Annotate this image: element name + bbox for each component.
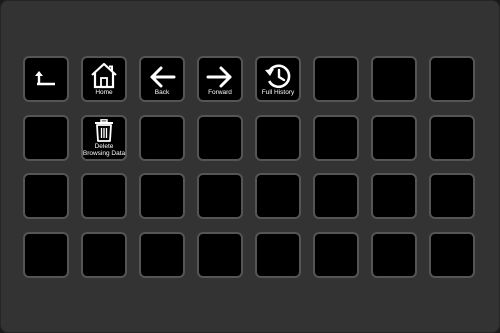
key-empty[interactable] — [255, 231, 301, 278]
key-empty[interactable] — [139, 114, 185, 161]
trash-icon — [95, 118, 113, 142]
key-delete-browsing-data[interactable]: Delete Browsing Data — [81, 114, 127, 161]
stream-deck-panel: Home Back Forward Full History Delete Br… — [0, 0, 500, 333]
key-full-history-label: Full History — [261, 89, 295, 96]
key-empty[interactable] — [197, 173, 243, 219]
key-empty[interactable] — [371, 173, 417, 219]
arrow-left-icon — [150, 66, 176, 88]
key-empty[interactable] — [255, 173, 301, 219]
key-back[interactable]: Back — [139, 56, 185, 102]
key-empty[interactable] — [23, 231, 69, 278]
key-back-label: Back — [154, 89, 170, 96]
key-up-folder[interactable] — [23, 56, 69, 102]
key-empty[interactable] — [371, 231, 417, 278]
key-empty[interactable] — [371, 56, 417, 102]
key-full-history[interactable]: Full History — [255, 56, 301, 102]
key-empty[interactable] — [371, 114, 417, 161]
key-empty[interactable] — [313, 114, 359, 161]
key-empty[interactable] — [313, 56, 359, 102]
key-empty[interactable] — [139, 231, 185, 278]
up-folder-icon — [35, 71, 55, 86]
key-home[interactable]: Home — [81, 56, 127, 102]
key-empty[interactable] — [23, 114, 69, 161]
key-delete-browsing-data-label: Delete Browsing Data — [82, 142, 126, 157]
home-icon — [91, 62, 117, 89]
key-empty[interactable] — [429, 173, 475, 219]
key-empty[interactable] — [197, 114, 243, 161]
key-empty[interactable] — [313, 173, 359, 219]
key-empty[interactable] — [313, 231, 359, 278]
key-home-label: Home — [95, 89, 113, 96]
key-empty[interactable] — [81, 173, 127, 219]
key-grid: Home Back Forward Full History Delete Br… — [23, 56, 475, 278]
key-empty[interactable] — [197, 231, 243, 278]
key-empty[interactable] — [81, 231, 127, 278]
key-forward-label: Forward — [208, 89, 232, 96]
key-empty[interactable] — [429, 231, 475, 278]
arrow-right-icon — [206, 66, 232, 88]
key-empty[interactable] — [255, 114, 301, 161]
key-empty[interactable] — [23, 173, 69, 219]
key-empty[interactable] — [429, 114, 475, 161]
key-forward[interactable]: Forward — [197, 56, 243, 102]
key-empty[interactable] — [139, 173, 185, 219]
history-icon — [265, 64, 291, 89]
key-empty[interactable] — [429, 56, 475, 102]
